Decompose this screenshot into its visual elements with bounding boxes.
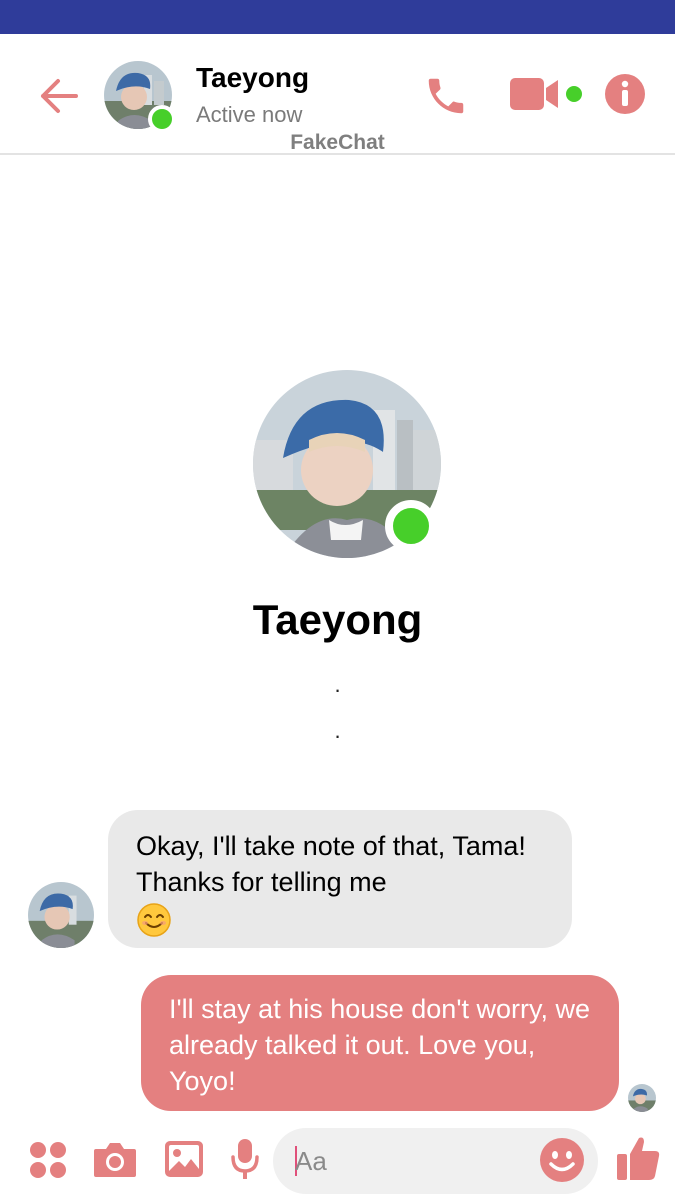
voice-button[interactable] — [228, 1136, 262, 1182]
status-bar — [0, 0, 675, 34]
message-text: I'll stay at his house don't worry, we a… — [169, 994, 590, 1096]
app-watermark: FakeChat — [0, 131, 675, 155]
like-button[interactable] — [614, 1132, 662, 1184]
arrow-left-icon — [41, 79, 78, 113]
chat-header: Taeyong Active now FakeChat — [0, 34, 675, 155]
online-indicator — [148, 105, 176, 133]
profile-avatar[interactable] — [253, 370, 441, 558]
header-avatar[interactable] — [104, 61, 176, 133]
online-indicator — [385, 500, 437, 552]
call-button[interactable] — [420, 70, 472, 122]
video-active-indicator — [566, 86, 582, 102]
thumbs-up-icon — [617, 1137, 660, 1180]
watermark-text: FakeChat — [290, 131, 385, 154]
back-button[interactable] — [34, 72, 82, 120]
smiley-icon — [540, 1138, 584, 1182]
apps-button[interactable] — [28, 1140, 68, 1180]
camera-icon — [94, 1143, 136, 1177]
profile-name: Taeyong — [252, 596, 423, 643]
phone-icon — [428, 78, 464, 114]
contact-status: Active now — [196, 102, 303, 127]
emoji-button[interactable] — [538, 1136, 586, 1184]
profile-info-line: . — [334, 718, 341, 743]
message-input[interactable] — [295, 1128, 525, 1194]
seen-receipt-avatar — [628, 1084, 656, 1112]
outgoing-message[interactable]: I'll stay at his house don't worry, we a… — [141, 975, 619, 1111]
info-icon — [605, 74, 645, 114]
info-button[interactable] — [604, 73, 646, 115]
message-avatar — [28, 882, 94, 948]
video-call-button[interactable] — [508, 74, 564, 114]
grid-dots-icon — [30, 1142, 66, 1178]
video-camera-icon — [510, 78, 558, 110]
message-text: Okay, I'll take note of that, Tama! Than… — [136, 831, 526, 897]
smiling-face-icon — [137, 903, 171, 937]
incoming-message[interactable]: Okay, I'll take note of that, Tama! Than… — [108, 810, 572, 948]
contact-name[interactable]: Taeyong — [196, 62, 309, 94]
composer-toolbar — [0, 1120, 675, 1200]
profile-info-line: . — [334, 672, 341, 697]
gallery-button[interactable] — [162, 1138, 206, 1180]
image-icon — [165, 1141, 203, 1177]
microphone-icon — [231, 1139, 259, 1179]
camera-button[interactable] — [92, 1138, 138, 1180]
